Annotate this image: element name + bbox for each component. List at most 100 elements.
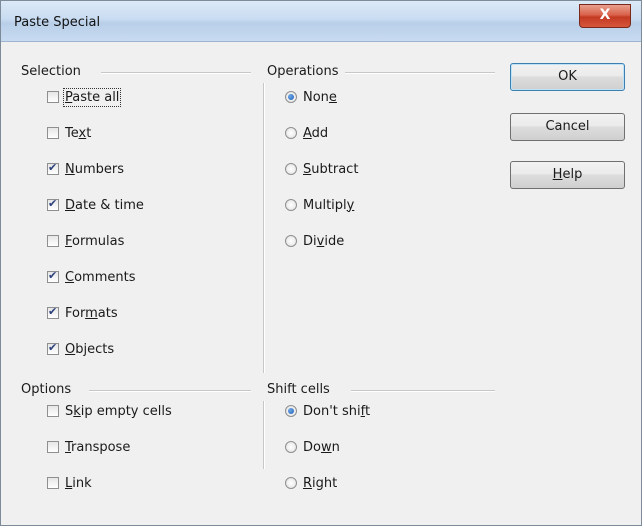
radio-button[interactable] xyxy=(285,477,297,489)
checkbox[interactable] xyxy=(47,477,59,489)
shift-cells-option[interactable]: Down xyxy=(285,437,340,457)
option-label-pre: Do xyxy=(303,439,321,455)
option-label-mnemonic: k xyxy=(73,403,81,419)
option-label: Comments xyxy=(65,270,135,285)
option-label-post: umbers xyxy=(74,161,125,177)
option-label-mnemonic: y xyxy=(346,197,355,213)
selection-group-label: Selection xyxy=(21,64,87,79)
operations-group-label: Operations xyxy=(267,64,345,79)
options-option[interactable]: Transpose xyxy=(47,437,130,457)
checkbox[interactable] xyxy=(47,127,59,139)
operations-option[interactable]: Divide xyxy=(285,231,344,251)
options-option[interactable]: Skip empty cells xyxy=(47,401,172,421)
operations-option[interactable]: None xyxy=(285,87,337,107)
shift-cells-group-label: Shift cells xyxy=(267,382,336,397)
checkbox[interactable] xyxy=(47,91,59,103)
option-label-mnemonic: F xyxy=(65,233,73,249)
options-option[interactable]: Link xyxy=(47,473,92,493)
operations-option[interactable]: Multiply xyxy=(285,195,354,215)
option-label-post: ight xyxy=(312,475,338,491)
option-label-mnemonic: R xyxy=(303,475,313,491)
option-label: Don't shift xyxy=(303,404,370,419)
option-label: Down xyxy=(303,440,340,455)
close-button[interactable]: X xyxy=(579,4,631,28)
vertical-separator-top xyxy=(263,83,265,373)
option-label: Subtract xyxy=(303,162,358,177)
ok-button[interactable]: OK xyxy=(510,63,625,91)
selection-option[interactable]: Objects xyxy=(47,339,114,359)
option-label-mnemonic: A xyxy=(303,125,312,141)
option-label: None xyxy=(303,90,337,105)
option-label-pre: Te xyxy=(65,125,79,141)
dialog-body: Selection Paste all Text Numbers Date & tim… xyxy=(9,51,633,517)
radio-button[interactable] xyxy=(285,441,297,453)
window-title: Paste Special xyxy=(14,15,101,30)
vertical-separator-bottom xyxy=(263,401,265,469)
checkbox[interactable] xyxy=(47,235,59,247)
option-label: Objects xyxy=(65,342,114,357)
shift-cells-option[interactable]: Don't shift xyxy=(285,401,370,421)
option-label-mnemonic: O xyxy=(65,341,76,357)
radio-button[interactable] xyxy=(285,199,297,211)
option-label: Formats xyxy=(65,306,118,321)
operations-option[interactable]: Add xyxy=(285,123,328,143)
option-label-post: n xyxy=(331,439,340,455)
option-label-pre: Don't shi xyxy=(303,403,361,419)
checkbox[interactable] xyxy=(47,405,59,417)
checkbox[interactable] xyxy=(47,441,59,453)
checkbox[interactable] xyxy=(47,197,59,211)
option-label-mnemonic: m xyxy=(85,305,98,321)
option-label-mnemonic: C xyxy=(65,269,75,285)
option-label: Date & time xyxy=(65,198,144,213)
selection-option[interactable]: Comments xyxy=(47,267,135,287)
option-label: Link xyxy=(65,476,92,491)
option-label-pre: Di xyxy=(303,233,317,249)
option-label-pre: Non xyxy=(303,89,329,105)
option-label-post: t xyxy=(365,403,371,419)
option-label-mnemonic: w xyxy=(320,439,332,455)
option-label-post: ats xyxy=(97,305,118,321)
option-label: Skip empty cells xyxy=(65,404,172,419)
selection-option[interactable]: Formulas xyxy=(47,231,124,251)
selection-group-line xyxy=(101,72,251,74)
selection-option[interactable]: Numbers xyxy=(47,159,124,179)
options-group-label: Options xyxy=(21,382,78,397)
operations-option[interactable]: Subtract xyxy=(285,159,358,179)
radio-button[interactable] xyxy=(285,163,297,175)
help-label-post: elp xyxy=(562,167,583,182)
option-label-pre: Multipl xyxy=(303,197,347,213)
option-label: Add xyxy=(303,126,328,141)
option-label-post: ink xyxy=(72,475,92,491)
help-button[interactable]: Help xyxy=(510,161,625,189)
selection-option[interactable]: Paste all xyxy=(47,87,122,107)
options-group-line xyxy=(89,390,251,392)
option-label: Transpose xyxy=(65,440,130,455)
option-label-mnemonic: D xyxy=(65,197,76,213)
checkbox[interactable] xyxy=(47,341,59,355)
option-label: Divide xyxy=(303,234,344,249)
checkbox[interactable] xyxy=(47,161,59,175)
title-bar[interactable]: Paste Special X xyxy=(1,1,641,42)
radio-button[interactable] xyxy=(285,127,297,139)
radio-button[interactable] xyxy=(285,405,297,417)
selection-option[interactable]: Date & time xyxy=(47,195,144,215)
selection-option[interactable]: Text xyxy=(47,123,91,143)
option-label-post: bjects xyxy=(75,341,115,357)
option-label: Paste all xyxy=(62,87,122,107)
shift-cells-option[interactable]: Right xyxy=(285,473,337,493)
option-label: Right xyxy=(303,476,337,491)
option-label-post: ip empty cells xyxy=(80,403,172,419)
option-label-post: ide xyxy=(324,233,345,249)
cancel-button[interactable]: Cancel xyxy=(510,113,625,141)
paste-special-dialog: Paste Special X Selection Paste all Text N… xyxy=(0,0,642,526)
radio-button[interactable] xyxy=(285,235,297,247)
selection-option[interactable]: Formats xyxy=(47,303,118,323)
option-label-post: ranspose xyxy=(71,439,131,455)
option-label-post: ate & time xyxy=(75,197,144,213)
radio-button[interactable] xyxy=(285,91,297,103)
option-label-post: aste all xyxy=(72,89,120,105)
checkbox[interactable] xyxy=(47,269,59,283)
option-label: Text xyxy=(65,126,91,141)
option-label-pre: For xyxy=(65,305,86,321)
checkbox[interactable] xyxy=(47,305,59,319)
